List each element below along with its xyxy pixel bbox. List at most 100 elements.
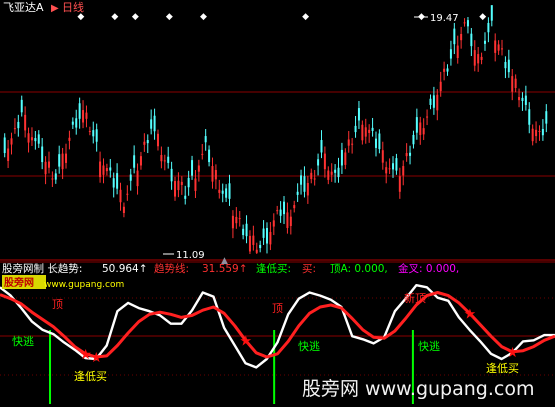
candle-body — [24, 114, 27, 131]
candle-body — [95, 129, 98, 142]
candle-body — [388, 168, 391, 170]
candle-body — [201, 153, 204, 155]
buy-signal-marker: ◆ — [132, 12, 139, 22]
candle-body — [184, 195, 187, 199]
candle-body — [34, 138, 37, 142]
candle-body — [259, 244, 262, 249]
candle-body — [354, 125, 357, 133]
candle-body — [300, 175, 303, 185]
candle-body — [204, 136, 207, 143]
gold-label: 金叉: 0.000, — [398, 262, 459, 275]
candle-body — [44, 161, 47, 175]
top-label: 顶 — [52, 298, 63, 311]
candle-body — [238, 218, 241, 220]
candle-body — [514, 78, 517, 88]
buy-low-label: 逢低买 — [74, 370, 107, 383]
candle-body — [105, 168, 108, 172]
candle-body — [109, 167, 112, 171]
candle-body — [194, 178, 197, 191]
indicator-name: 股旁网制 长趋势: — [2, 262, 82, 275]
candle-body — [313, 178, 316, 180]
trend-value: 31.559↑ — [202, 263, 248, 275]
candle-body — [167, 156, 170, 163]
candle-body — [255, 249, 258, 253]
candle-body — [75, 118, 78, 128]
candle-body — [392, 163, 395, 170]
candle-body — [330, 171, 333, 175]
candle-body — [398, 176, 401, 192]
candle-body — [214, 170, 217, 180]
candle-body — [221, 190, 224, 194]
candle-body — [122, 206, 125, 213]
candle-body — [78, 103, 81, 119]
candle-body — [480, 56, 483, 60]
candle-body — [327, 170, 330, 180]
candle-body — [88, 130, 91, 132]
candle-body — [351, 143, 354, 145]
candle-body — [156, 133, 159, 147]
candle-body — [463, 22, 466, 24]
candle-body — [405, 153, 408, 157]
low-price-label: 11.09 — [176, 250, 205, 261]
candle-body — [426, 116, 429, 118]
candle-body — [27, 133, 30, 143]
candle-body — [361, 124, 364, 141]
candle-body — [245, 223, 248, 237]
candle-body — [511, 76, 514, 92]
candle-body — [293, 205, 296, 209]
candle-body — [3, 137, 6, 154]
candle-body — [504, 61, 507, 69]
candle-body — [286, 212, 289, 228]
candle-body — [453, 28, 456, 45]
candle-body — [279, 209, 282, 216]
candle-body — [432, 95, 435, 108]
candle-body — [54, 173, 57, 180]
candle-body — [129, 174, 132, 181]
candle-body — [538, 130, 541, 132]
candle-body — [323, 153, 326, 170]
candle-body — [177, 180, 180, 191]
chart-canvas: 飞亚达A ▶ 日线 ◆ ◆ ◆ ◆ ◆ ◆ ◆ ◆ 19.47 11.09 ▲ 股旁网制 长趋… — [0, 0, 555, 404]
candle-body — [276, 210, 279, 212]
candle-body — [197, 165, 200, 172]
candle-body — [344, 152, 347, 165]
candle-body — [102, 165, 105, 175]
candle-body — [535, 129, 538, 137]
candle-body — [395, 158, 398, 171]
buy-label: 逢低买: — [256, 262, 291, 275]
top-label: 顶A: 0.000, — [330, 263, 388, 275]
indicator-value: 50.964↑ — [102, 263, 148, 275]
candle-body — [439, 81, 442, 92]
candle-body — [99, 161, 102, 178]
candle-body — [385, 167, 388, 174]
candle-body — [112, 178, 115, 188]
candle-body — [320, 140, 323, 153]
candle-body — [272, 220, 275, 227]
candle-body — [37, 134, 40, 144]
candle-body — [347, 139, 350, 146]
candle-body — [306, 183, 309, 196]
candle-body — [374, 138, 377, 148]
candle-body — [71, 121, 74, 125]
candle-body — [41, 146, 44, 163]
candle-body — [477, 54, 480, 64]
candle-body — [303, 176, 306, 192]
site-logo-text: 股旁网 — [4, 276, 34, 289]
escape-label: 快逃 — [12, 335, 34, 348]
candle-body — [235, 216, 238, 224]
buy-signal-marker: ◆ — [302, 12, 309, 22]
candle-body — [116, 173, 119, 189]
candle-body — [371, 127, 374, 131]
candle-body — [180, 181, 183, 185]
candle-body — [545, 111, 548, 124]
candle-body — [521, 97, 524, 101]
candle-body — [378, 133, 381, 150]
candle-body — [153, 115, 156, 132]
candle-body — [412, 134, 415, 145]
candle-body — [228, 183, 231, 199]
candle-body — [381, 150, 384, 163]
candle-body — [507, 59, 510, 73]
trend-star-marker: ★ — [464, 306, 477, 322]
candle-body — [174, 181, 177, 197]
candle-body — [443, 68, 446, 72]
